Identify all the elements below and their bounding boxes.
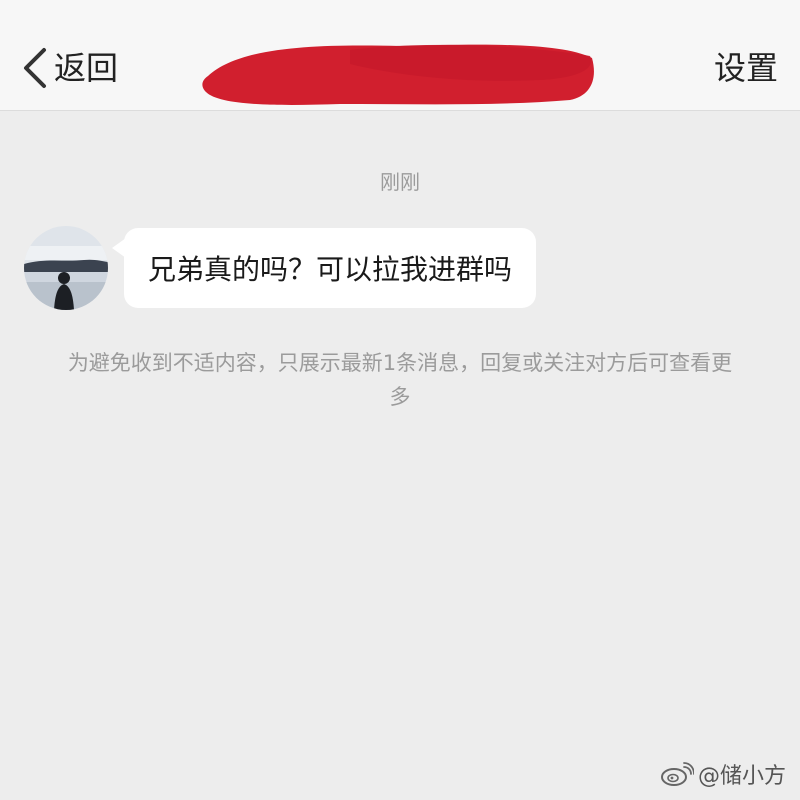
avatar[interactable]	[24, 226, 108, 310]
weibo-icon	[660, 762, 694, 786]
chevron-left-icon	[24, 48, 46, 88]
content-filter-notice: 为避免收到不适内容，只展示最新1条消息，回复或关注对方后可查看更多	[67, 351, 733, 409]
avatar-image	[24, 226, 108, 310]
message-row: 兄弟真的吗？可以拉我进群吗	[24, 226, 784, 310]
message-text: 兄弟真的吗？可以拉我进群吗	[148, 253, 513, 286]
settings-button[interactable]: 设置	[714, 44, 778, 92]
back-button[interactable]: 返回	[20, 44, 118, 92]
back-label: 返回	[54, 49, 119, 87]
bubble-tail	[112, 238, 126, 258]
navigation-bar: 返回 设置	[0, 0, 800, 111]
chat-screen: 返回 设置 刚刚 兄弟真的吗？可以拉我进群吗 为避免收到不适内容，只展示最新1条…	[0, 0, 800, 800]
redacted-title	[202, 44, 594, 105]
message-bubble[interactable]: 兄弟真的吗？可以拉我进群吗	[112, 228, 537, 308]
watermark-text: @储小方	[697, 764, 786, 789]
watermark: @储小方	[660, 758, 786, 790]
message-timestamp: 刚刚	[380, 170, 420, 194]
